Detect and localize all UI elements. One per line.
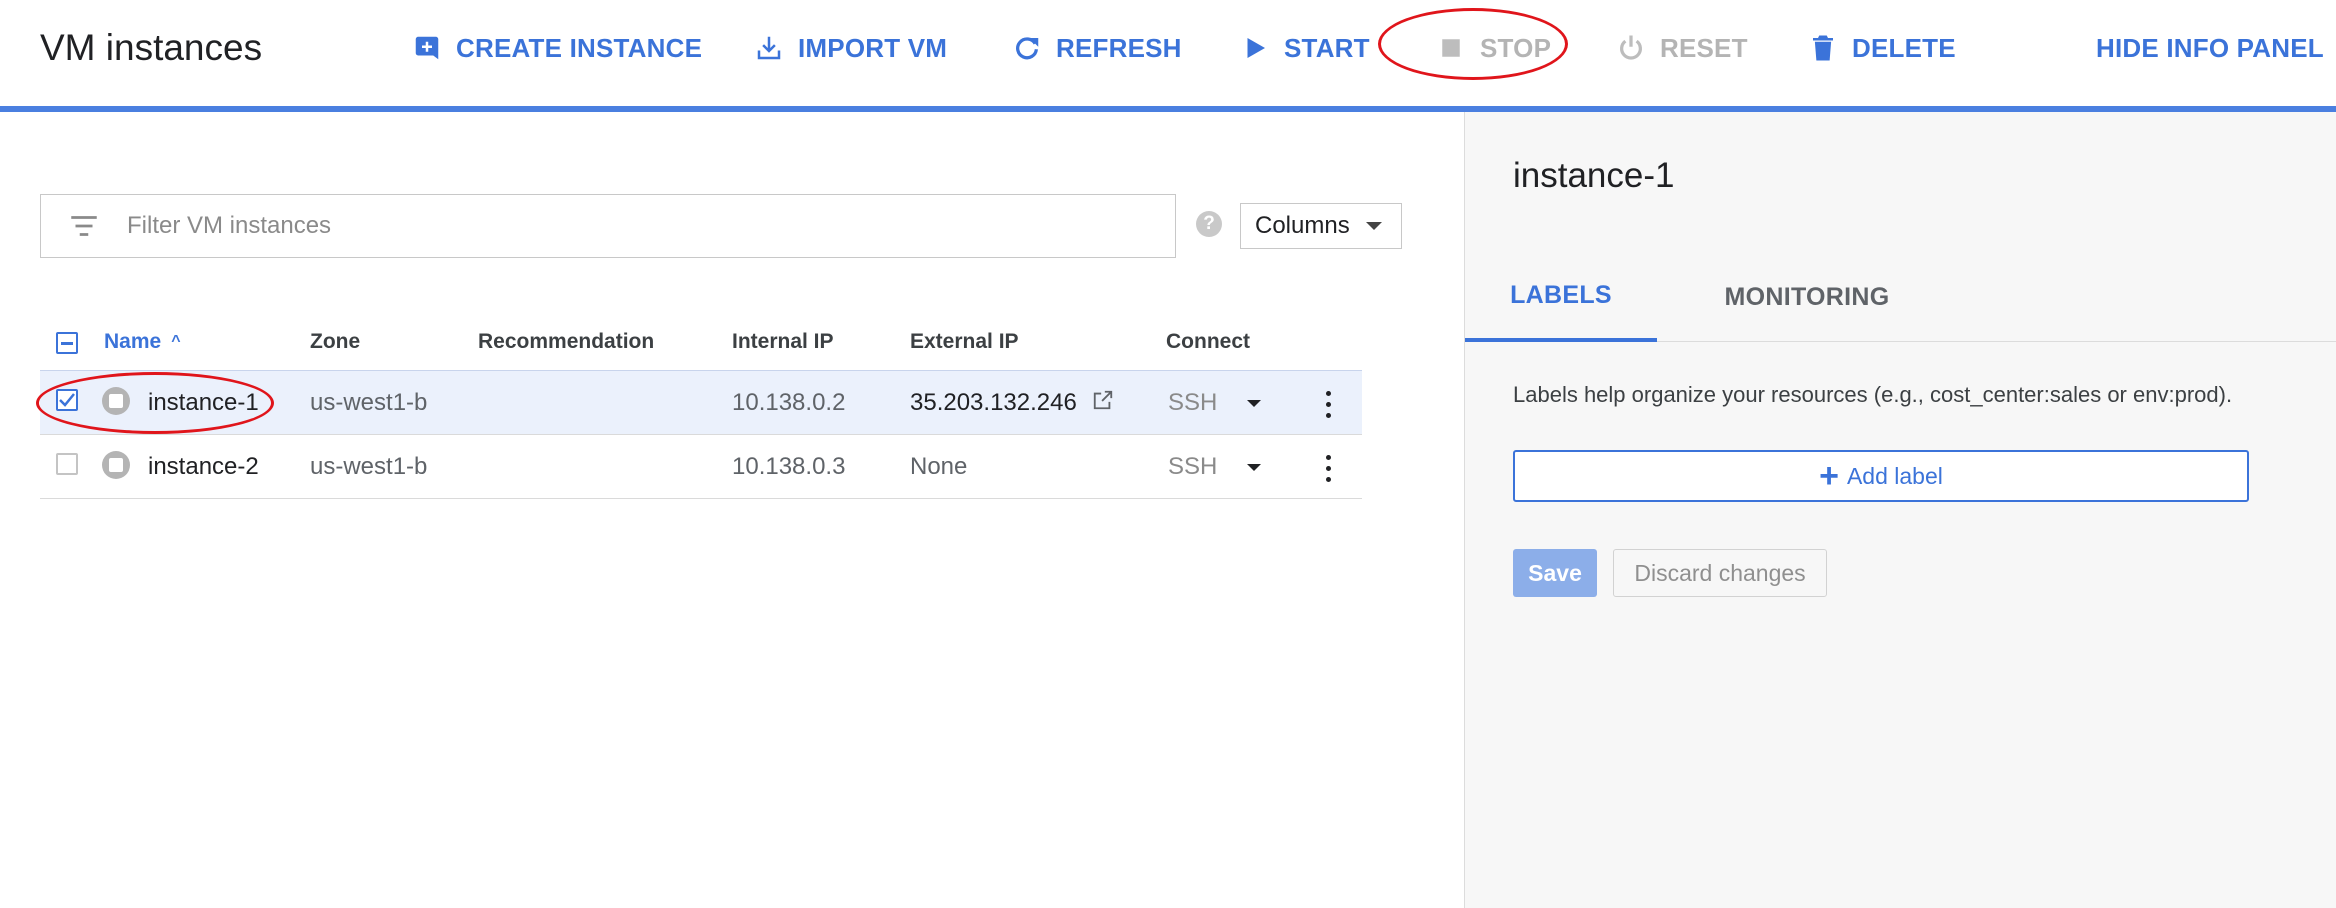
- filter-bar[interactable]: [40, 194, 1176, 258]
- panel-tabs: LABELS MONITORING: [1465, 252, 2336, 342]
- create-instance-label: CREATE INSTANCE: [456, 32, 703, 63]
- toolbar: VM instances CREATE INSTANCE IMPORT VM R…: [0, 0, 2336, 106]
- start-button[interactable]: START: [1240, 28, 1370, 68]
- save-button[interactable]: Save: [1513, 549, 1597, 597]
- table-header: Name ^ Zone Recommendation Internal IP Ex…: [40, 318, 1362, 370]
- instance-name[interactable]: instance-1: [148, 389, 259, 417]
- start-label: START: [1284, 32, 1370, 63]
- refresh-button[interactable]: REFRESH: [1012, 28, 1182, 68]
- reset-label: RESET: [1660, 32, 1748, 63]
- sort-ascending-icon: ^: [171, 333, 181, 350]
- refresh-icon: [1016, 37, 1039, 60]
- instance-internal-ip: 10.138.0.3: [732, 453, 846, 480]
- column-header-name[interactable]: Name ^: [104, 330, 181, 354]
- columns-label: Columns: [1255, 212, 1350, 239]
- select-all-checkbox[interactable]: [56, 332, 78, 354]
- vm-instances-table: Name ^ Zone Recommendation Internal IP Ex…: [40, 318, 1362, 499]
- ssh-dropdown-icon[interactable]: [1247, 400, 1261, 407]
- play-icon: [1247, 38, 1265, 58]
- column-header-zone[interactable]: Zone: [310, 330, 360, 354]
- page-title: VM instances: [40, 27, 263, 68]
- reset-button[interactable]: RESET: [1616, 28, 1748, 68]
- kebab-menu-icon[interactable]: [1326, 391, 1332, 419]
- hide-info-panel-label: HIDE INFO PANEL: [2096, 32, 2324, 63]
- ssh-button[interactable]: SSH: [1168, 389, 1217, 417]
- column-header-connect: Connect: [1166, 330, 1250, 353]
- instance-internal-ip: 10.138.0.2: [732, 389, 846, 416]
- row-checkbox[interactable]: [56, 389, 78, 411]
- column-header-recommendation[interactable]: Recommendation: [478, 330, 654, 354]
- instance-external-ip: None: [910, 453, 968, 480]
- import-vm-button[interactable]: IMPORT VM: [754, 28, 947, 68]
- tab-monitoring[interactable]: MONITORING: [1697, 252, 1917, 342]
- panel-title: instance-1: [1513, 156, 1675, 195]
- add-label-text: Add label: [1846, 462, 1943, 489]
- instance-external-ip: 35.203.132.246: [910, 389, 1077, 416]
- add-box-icon: [415, 36, 439, 60]
- instance-zone: us-west1-b: [310, 453, 428, 480]
- stop-label: STOP: [1480, 32, 1552, 63]
- ssh-button[interactable]: SSH: [1168, 453, 1217, 481]
- checkmark-icon: [59, 393, 75, 407]
- stop-button[interactable]: STOP: [1436, 28, 1551, 68]
- hide-info-panel-button[interactable]: HIDE INFO PANEL: [2096, 28, 2324, 68]
- trash-icon: [1813, 35, 1833, 61]
- column-header-name-label: Name: [104, 330, 162, 353]
- ssh-dropdown-icon[interactable]: [1247, 464, 1261, 471]
- discard-changes-button[interactable]: Discard changes: [1613, 549, 1827, 597]
- column-header-internal-ip[interactable]: Internal IP: [732, 330, 834, 354]
- filter-icon: [71, 216, 97, 236]
- power-icon: [1620, 35, 1642, 60]
- row-checkbox[interactable]: [56, 453, 78, 475]
- external-link-icon[interactable]: [1092, 389, 1114, 411]
- table-row[interactable]: instance-1 us-west1-b 10.138.0.2 35.203.…: [40, 370, 1362, 434]
- tab-labels[interactable]: LABELS: [1465, 252, 1657, 342]
- download-icon: [757, 36, 781, 60]
- columns-dropdown[interactable]: Columns: [1240, 203, 1402, 249]
- stopped-status-icon: [102, 387, 130, 415]
- info-panel: instance-1 LABELS MONITORING Labels help…: [1464, 112, 2336, 908]
- stop-square-icon: [1442, 39, 1460, 57]
- stopped-status-icon: [102, 451, 130, 479]
- indeterminate-mark-icon: [61, 342, 73, 345]
- help-icon[interactable]: ?: [1196, 211, 1222, 237]
- create-instance-button[interactable]: CREATE INSTANCE: [412, 28, 702, 68]
- delete-label: DELETE: [1852, 32, 1956, 63]
- instance-name[interactable]: instance-2: [148, 453, 259, 481]
- add-label-button[interactable]: + Add label: [1513, 450, 2249, 502]
- filter-input[interactable]: [127, 212, 1027, 240]
- table-divider: [40, 498, 1362, 499]
- instance-zone: us-west1-b: [310, 389, 428, 416]
- kebab-menu-icon[interactable]: [1326, 455, 1332, 483]
- delete-button[interactable]: DELETE: [1808, 28, 1956, 68]
- labels-description: Labels help organize your resources (e.g…: [1513, 382, 2233, 407]
- plus-icon: +: [1819, 457, 1839, 495]
- column-header-external-ip[interactable]: External IP: [910, 330, 1019, 354]
- refresh-label: REFRESH: [1056, 32, 1182, 63]
- chevron-down-icon: [1365, 222, 1382, 230]
- import-vm-label: IMPORT VM: [798, 32, 948, 63]
- table-row[interactable]: instance-2 us-west1-b 10.138.0.3 None SS…: [40, 434, 1362, 498]
